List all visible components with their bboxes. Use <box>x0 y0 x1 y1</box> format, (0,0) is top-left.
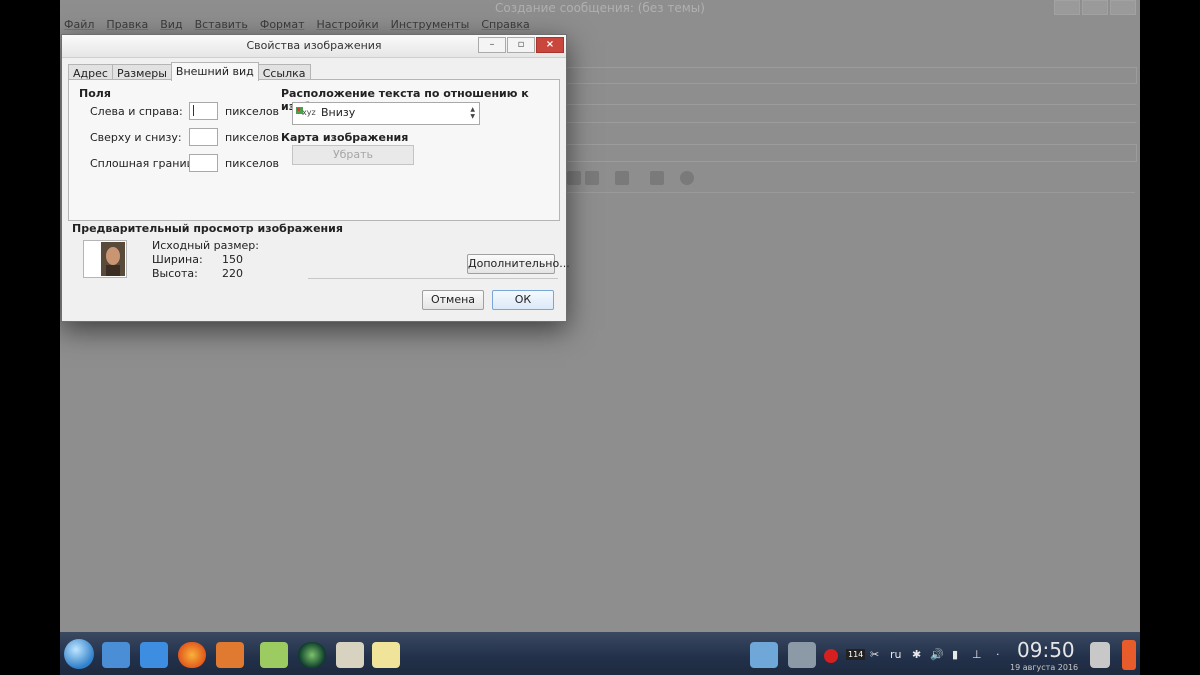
media-player-icon[interactable] <box>298 642 326 668</box>
menu-view[interactable]: Вид <box>160 16 182 34</box>
image-properties-dialog: Свойства изображения – ▫ × Адрес Размеры… <box>61 34 570 322</box>
close-icon <box>1110 0 1136 15</box>
composer-window-title: Создание сообщения: (без темы) <box>495 1 705 15</box>
composer-body[interactable] <box>565 192 1135 633</box>
preview-label: Предварительный просмотр изображения <box>72 222 343 235</box>
top-bottom-input[interactable] <box>189 128 218 146</box>
menu-settings[interactable]: Настройки <box>316 16 378 34</box>
border-input[interactable] <box>189 154 218 172</box>
file-manager-icon[interactable] <box>102 642 130 668</box>
composer-menubar: Файл Правка Вид Вставить Формат Настройк… <box>60 16 1140 34</box>
advanced-edit-button[interactable]: Дополнительно... <box>467 254 570 274</box>
original-size-label: Исходный размер: <box>152 239 259 252</box>
left-right-input[interactable] <box>189 102 218 120</box>
composer-to-field[interactable] <box>565 86 1137 103</box>
composer-cc-field[interactable] <box>565 104 1137 121</box>
portrait-thumbnail-icon <box>101 242 125 276</box>
minimize-icon <box>1054 0 1080 15</box>
firefox-icon[interactable] <box>178 642 206 668</box>
battery-icon[interactable]: ▮ <box>952 648 958 661</box>
close-icon: × <box>545 39 555 50</box>
left-right-unit: пикселов <box>225 105 280 118</box>
composer-bcc-field[interactable] <box>565 122 1137 139</box>
clock[interactable]: 09:50 <box>1017 638 1075 662</box>
keyboard-layout[interactable]: ru <box>890 648 902 661</box>
notes-icon[interactable] <box>372 642 400 668</box>
dialog-tabs: Адрес Размеры Внешний вид Ссылка <box>68 62 311 81</box>
taskbar: 114 ✂ ru ✱ 🔊 ▮ ⊥ · 09:50 19 августа 2016 <box>60 632 1140 675</box>
tray-dot-icon: · <box>996 648 1000 661</box>
start-menu-icon[interactable] <box>64 639 94 669</box>
menu-format[interactable]: Формат <box>260 16 305 34</box>
composer-format-toolbar <box>565 168 1135 188</box>
screenshot-icon[interactable] <box>750 642 778 668</box>
menu-tools[interactable]: Инструменты <box>391 16 470 34</box>
text-editor-icon[interactable] <box>140 642 168 668</box>
tab-appearance[interactable]: Внешний вид <box>170 62 259 81</box>
dialog-titlebar[interactable]: Свойства изображения – ▫ × <box>62 35 566 58</box>
text-cursor <box>193 105 194 116</box>
notification-badge[interactable]: 114 <box>846 649 866 660</box>
composer-window-buttons <box>1054 0 1136 15</box>
menu-file[interactable]: Файл <box>64 16 94 34</box>
minimize-button[interactable]: – <box>478 37 506 53</box>
left-right-label: Слева и справа: <box>90 105 183 118</box>
insert-image-icon[interactable] <box>650 171 664 185</box>
presentation-icon[interactable] <box>216 642 244 668</box>
close-button[interactable]: × <box>536 37 564 53</box>
emoticon-icon[interactable] <box>680 171 694 185</box>
date: 19 августа 2016 <box>1010 663 1079 672</box>
top-bottom-unit: пикселов <box>225 131 280 144</box>
maximize-icon <box>1082 0 1108 15</box>
width-label: Ширина: <box>152 253 203 266</box>
minimize-icon: – <box>489 39 495 50</box>
menu-help[interactable]: Справка <box>481 16 529 34</box>
menu-insert[interactable]: Вставить <box>195 16 248 34</box>
bluetooth-icon[interactable]: ✱ <box>912 648 921 661</box>
clipboard-icon[interactable]: ✂ <box>870 648 879 661</box>
border-label: Сплошная граница: <box>90 157 205 170</box>
power-icon[interactable] <box>1122 640 1136 670</box>
dialog-separator <box>308 278 558 279</box>
text-position-select[interactable]: xyz Внизу ▲ ▼ <box>292 102 480 125</box>
outdent-icon[interactable] <box>585 171 599 185</box>
border-unit: пикселов <box>225 157 280 170</box>
maximize-icon: ▫ <box>517 39 525 50</box>
cancel-button[interactable]: Отмена <box>422 290 484 310</box>
align-icon[interactable] <box>615 171 629 185</box>
wrap-bottom-icon-text: xyz <box>302 108 316 117</box>
text-position-value: Внизу <box>321 106 356 119</box>
network-icon[interactable]: ⊥ <box>972 648 982 661</box>
appearance-panel: Поля Слева и справа: пикселов Сверху и с… <box>68 79 560 221</box>
network-manager-icon[interactable] <box>788 642 816 668</box>
composer-subject-field[interactable] <box>565 144 1137 162</box>
width-value: 150 <box>222 253 243 266</box>
height-value: 220 <box>222 267 243 280</box>
fields-section-title: Поля <box>79 87 111 100</box>
remove-map-button[interactable]: Убрать <box>292 145 414 165</box>
select-arrows-icon: ▲ ▼ <box>470 106 475 120</box>
top-bottom-label: Сверху и снизу: <box>90 131 182 144</box>
composer-from-field[interactable] <box>565 67 1137 84</box>
maximize-button[interactable]: ▫ <box>507 37 535 53</box>
trash-icon[interactable] <box>1090 642 1110 668</box>
image-map-label: Карта изображения <box>281 131 409 144</box>
volume-icon[interactable]: 🔊 <box>930 648 944 661</box>
indent-icon[interactable] <box>567 171 581 185</box>
record-icon[interactable] <box>824 649 838 663</box>
image-preview <box>83 240 127 278</box>
image-viewer-icon[interactable] <box>260 642 288 668</box>
menu-edit[interactable]: Правка <box>106 16 148 34</box>
height-label: Высота: <box>152 267 198 280</box>
mail-client-icon[interactable] <box>336 642 364 668</box>
ok-button[interactable]: ОК <box>492 290 554 310</box>
